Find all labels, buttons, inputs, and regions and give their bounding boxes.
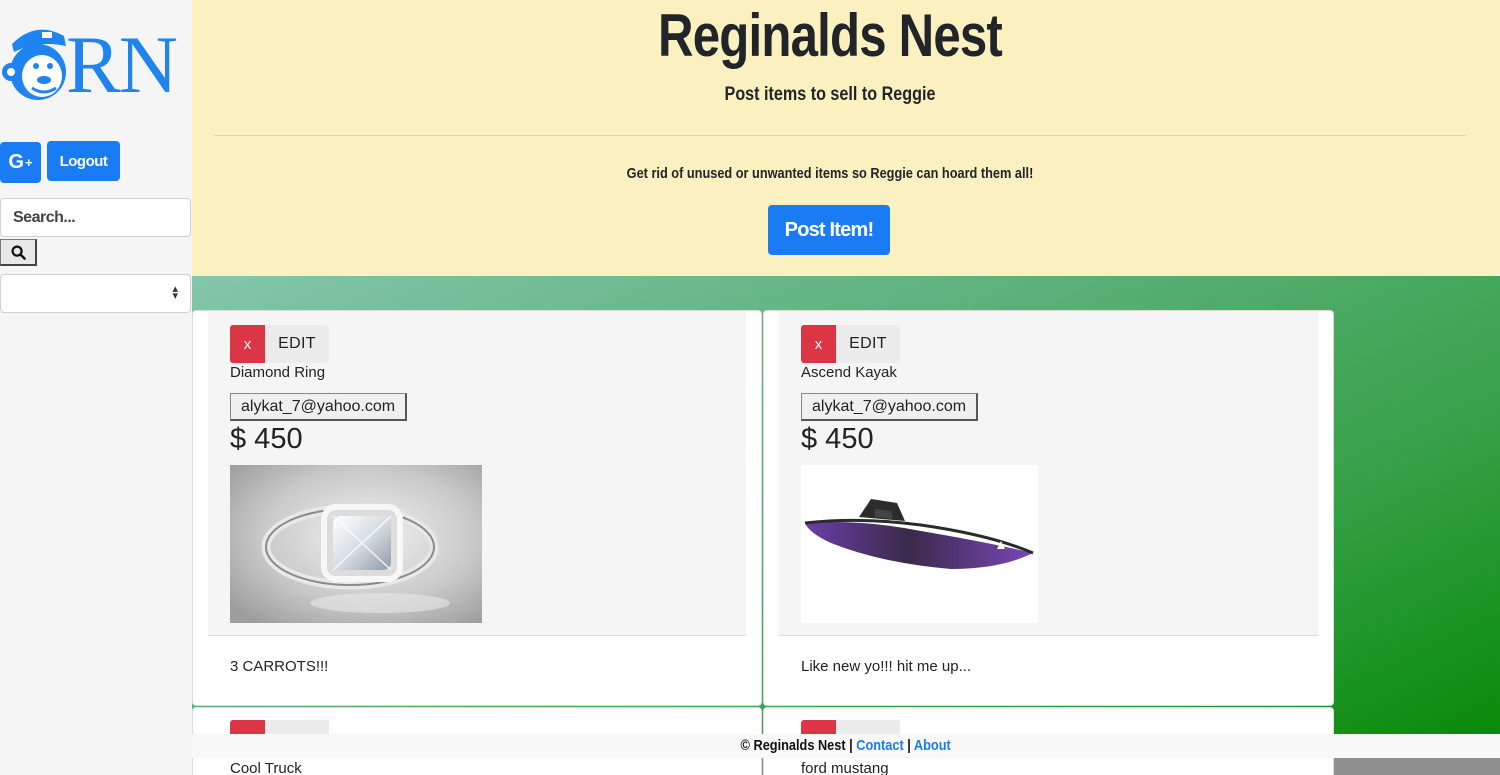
item-description: 3 CARROTS!!! <box>230 658 329 675</box>
search-button[interactable] <box>0 239 37 266</box>
item-price: $ 450 <box>801 423 874 455</box>
seller-email-button[interactable]: alykat_7@yahoo.com <box>801 393 979 421</box>
logout-button[interactable]: Logout <box>47 141 120 181</box>
footer-separator: | <box>849 737 854 754</box>
post-item-button[interactable]: Post Item! <box>768 205 890 255</box>
hero-jumbotron: Reginalds Nest Post items to sell to Reg… <box>192 0 1500 276</box>
item-image <box>230 465 482 623</box>
item-card: x EDIT Diamond Ring alykat_7@yahoo.com $… <box>192 310 762 706</box>
item-title: Cool Truck <box>230 760 302 775</box>
sidebar: RN G+ Logout ▴▾ <box>0 0 192 775</box>
google-plus-icon: G <box>8 151 24 173</box>
page-subtitle: Post items to sell to Reggie <box>724 84 936 105</box>
seller-email-button[interactable]: alykat_7@yahoo.com <box>230 393 408 421</box>
item-title: Diamond Ring <box>230 364 326 381</box>
category-select[interactable]: ▴ ▾ <box>0 274 191 313</box>
page-title: Reginalds Nest <box>658 2 1003 69</box>
about-link[interactable]: About <box>914 737 951 754</box>
hero-lead-text: Get rid of unused or unwanted items so R… <box>626 165 1034 182</box>
item-title: ford mustang <box>801 760 889 775</box>
footer: © Reginalds Nest | Contact | About <box>192 734 1500 758</box>
item-description: Like new yo!!! hit me up... <box>801 658 972 675</box>
select-arrows-icon: ▴ ▾ <box>172 283 178 302</box>
item-card: x EDIT Ascend Kayak alykat_7@yahoo.com $… <box>763 310 1334 706</box>
item-image <box>801 465 1038 623</box>
item-price: $ 450 <box>230 423 303 455</box>
hero-divider <box>214 135 1466 136</box>
diamond-ring-image <box>230 465 482 623</box>
card-body: x EDIT Diamond Ring alykat_7@yahoo.com $… <box>208 311 746 636</box>
item-title: Ascend Kayak <box>801 364 897 381</box>
search-icon <box>10 244 26 260</box>
card-body: x EDIT Ascend Kayak alykat_7@yahoo.com $… <box>779 311 1318 636</box>
kayak-image <box>801 465 1038 623</box>
footer-separator: | <box>907 737 912 754</box>
contact-link[interactable]: Contact <box>857 737 904 754</box>
site-logo[interactable]: RN <box>2 22 188 106</box>
edit-button[interactable]: EDIT <box>836 325 900 363</box>
search-input[interactable] <box>0 198 191 237</box>
google-plus-sup: + <box>24 155 33 170</box>
monkey-mascot-icon <box>2 29 66 100</box>
logo-text: RN <box>66 19 178 110</box>
delete-button[interactable]: x <box>230 325 265 363</box>
delete-button[interactable]: x <box>801 325 836 363</box>
footer-copyright: © Reginalds Nest <box>740 737 846 754</box>
edit-button[interactable]: EDIT <box>265 325 329 363</box>
google-plus-button[interactable]: G + <box>0 142 41 183</box>
